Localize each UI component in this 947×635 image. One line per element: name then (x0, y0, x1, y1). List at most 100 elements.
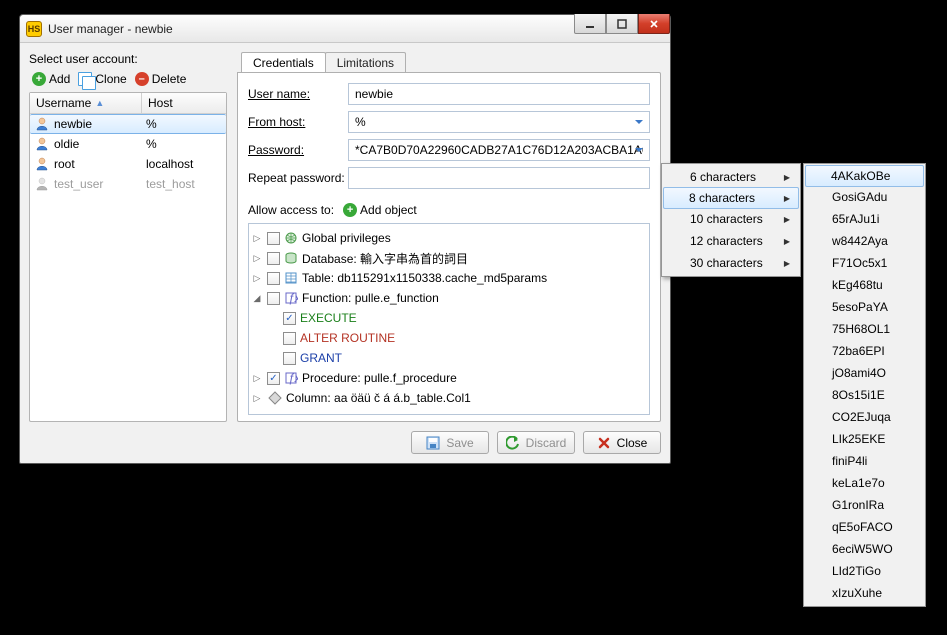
svg-text:ƒx: ƒx (288, 371, 298, 385)
user-row[interactable]: rootlocalhost (30, 154, 226, 174)
password-option[interactable]: LId2TiGo (806, 560, 923, 582)
window-minimize-button[interactable] (574, 14, 606, 34)
tree-node-database[interactable]: ▷ Database: 輸入字串為首的詞目 (251, 248, 647, 268)
save-button[interactable]: Save (411, 431, 489, 454)
tree-node-column[interactable]: ▷ Column: aa öäü č á á.b_table.Col1 (251, 388, 647, 408)
length-option[interactable]: 10 characters (664, 208, 798, 230)
add-object-button[interactable]: + Add object (340, 201, 420, 219)
checkbox[interactable] (283, 332, 296, 345)
password-option[interactable]: qE5oFACO (806, 516, 923, 538)
checkbox[interactable] (283, 352, 296, 365)
password-option[interactable]: xIzuXuhe (806, 582, 923, 604)
checkbox[interactable]: ✓ (283, 312, 296, 325)
column-header-host[interactable]: Host (142, 93, 226, 113)
host-cell: % (142, 137, 226, 151)
tree-node-alter-routine[interactable]: ALTER ROUTINE (251, 328, 647, 348)
tree-node-procedure[interactable]: ▷ ✓ ƒx Procedure: pulle.f_procedure (251, 368, 647, 388)
select-user-account-label: Select user account: (29, 52, 227, 66)
username-field[interactable] (348, 83, 650, 105)
close-icon (597, 436, 611, 450)
collapse-icon[interactable]: ◢ (251, 293, 263, 304)
checkbox[interactable] (267, 272, 280, 285)
length-option[interactable]: 12 characters (664, 230, 798, 252)
length-option[interactable]: 30 characters (664, 252, 798, 274)
add-user-button[interactable]: + Add (29, 70, 73, 88)
expand-icon[interactable]: ▷ (251, 393, 263, 404)
password-dropdown-icon[interactable] (633, 144, 645, 156)
user-row[interactable]: newbie% (30, 114, 226, 134)
clone-user-button[interactable]: Clone (75, 70, 129, 88)
checkbox[interactable] (267, 252, 280, 265)
password-length-menu[interactable]: 6 characters8 characters10 characters12 … (661, 163, 801, 277)
user-manager-window: HS User manager - newbie Select user acc… (19, 14, 671, 464)
password-option[interactable]: 72ba6EPI (806, 340, 923, 362)
clone-icon (78, 72, 92, 86)
password-option[interactable]: 6eciW5WO (806, 538, 923, 560)
checkbox[interactable]: ✓ (267, 372, 280, 385)
password-suggestions-menu[interactable]: 4AKakOBeGosiGAdu65rAJu1iw8442AyaF71Oc5x1… (803, 163, 926, 607)
password-option[interactable]: w8442Aya (806, 230, 923, 252)
from-host-label: From host: (248, 115, 348, 129)
tree-node-execute[interactable]: ✓ EXECUTE (251, 308, 647, 328)
password-option[interactable]: 8Os15i1E (806, 384, 923, 406)
app-icon: HS (26, 21, 42, 37)
password-option[interactable]: CO2EJuqa (806, 406, 923, 428)
user-grid[interactable]: Username ▲ Host newbie%oldie%rootlocalho… (29, 92, 227, 422)
plus-icon: + (343, 203, 357, 217)
repeat-password-label: Repeat password: (248, 171, 348, 185)
repeat-password-field[interactable] (348, 167, 650, 189)
expand-icon[interactable]: ▷ (251, 373, 263, 384)
password-option[interactable]: finiP4li (806, 450, 923, 472)
username-cell: test_user (54, 177, 103, 191)
password-option[interactable]: GosiGAdu (806, 186, 923, 208)
discard-icon (506, 436, 520, 450)
tab-credentials[interactable]: Credentials (241, 52, 326, 73)
user-row[interactable]: test_usertest_host (30, 174, 226, 194)
password-option[interactable]: LIk25EKE (806, 428, 923, 450)
tab-limitations[interactable]: Limitations (325, 52, 406, 73)
user-row[interactable]: oldie% (30, 134, 226, 154)
from-host-field[interactable] (348, 111, 650, 133)
tree-node-table[interactable]: ▷ Table: db115291x1150338.cache_md5param… (251, 268, 647, 288)
password-option[interactable]: kEg468tu (806, 274, 923, 296)
right-panel: Credentials Limitations User name: From … (237, 52, 661, 422)
user-icon (35, 117, 49, 131)
expand-icon[interactable]: ▷ (251, 273, 263, 284)
expand-icon[interactable]: ▷ (251, 253, 263, 264)
tree-node-grant[interactable]: GRANT (251, 348, 647, 368)
access-tree[interactable]: ▷ Global privileges ▷ Database: 輸入字串為首的詞… (248, 223, 650, 415)
close-button[interactable]: Close (583, 431, 661, 454)
delete-user-button[interactable]: – Delete (132, 70, 190, 88)
password-option[interactable]: 65rAJu1i (806, 208, 923, 230)
length-option[interactable]: 6 characters (664, 166, 798, 188)
tree-node-global[interactable]: ▷ Global privileges (251, 228, 647, 248)
checkbox[interactable] (267, 292, 280, 305)
length-option[interactable]: 8 characters (663, 187, 799, 209)
save-icon (426, 436, 440, 450)
window-close-button[interactable] (638, 14, 670, 34)
password-option[interactable]: 75H68OL1 (806, 318, 923, 340)
discard-button[interactable]: Discard (497, 431, 575, 454)
password-field[interactable] (348, 139, 650, 161)
tree-node-function[interactable]: ◢ ƒx Function: pulle.e_function (251, 288, 647, 308)
password-option[interactable]: 5esoPaYA (806, 296, 923, 318)
column-header-username[interactable]: Username ▲ (30, 93, 142, 113)
user-icon (35, 177, 49, 191)
from-host-dropdown-icon[interactable] (633, 116, 645, 128)
sort-asc-icon: ▲ (95, 98, 104, 108)
column-icon (268, 391, 282, 405)
password-option[interactable]: 4AKakOBe (805, 165, 924, 187)
globe-icon (284, 231, 298, 245)
titlebar[interactable]: HS User manager - newbie (20, 15, 670, 43)
checkbox[interactable] (267, 232, 280, 245)
password-option[interactable]: G1ronIRa (806, 494, 923, 516)
password-option[interactable]: F71Oc5x1 (806, 252, 923, 274)
password-option[interactable]: keLa1e7o (806, 472, 923, 494)
expand-icon[interactable]: ▷ (251, 233, 263, 244)
table-icon (284, 271, 298, 285)
password-option[interactable]: jO8ami4O (806, 362, 923, 384)
window-maximize-button[interactable] (606, 14, 638, 34)
username-label: User name: (248, 87, 348, 101)
window-title: User manager - newbie (48, 22, 574, 36)
username-cell: newbie (54, 117, 92, 131)
